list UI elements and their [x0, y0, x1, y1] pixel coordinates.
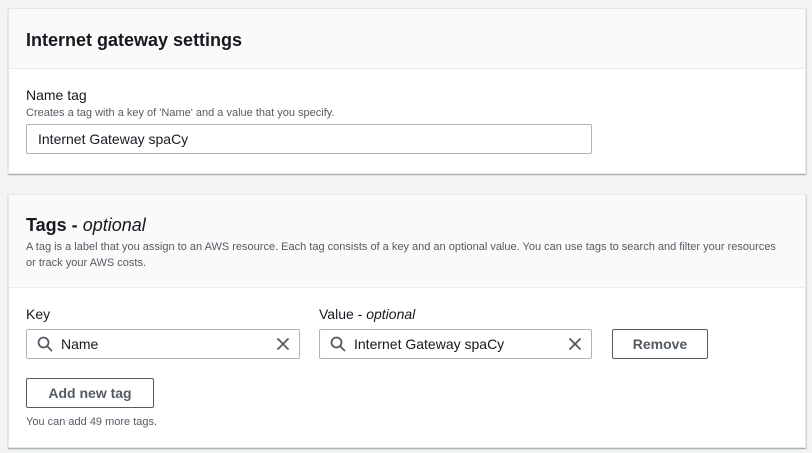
- panel-header: Tags - optional A tag is a label that yo…: [9, 195, 805, 288]
- remove-tag-button[interactable]: Remove: [612, 329, 708, 359]
- panel-header: Internet gateway settings: [9, 9, 805, 69]
- remaining-tags-text: You can add 49 more tags.: [26, 416, 158, 428]
- add-new-tag-button[interactable]: Add new tag: [26, 378, 154, 408]
- internet-gateway-settings-panel: Internet gateway settings Name tag Creat…: [8, 8, 806, 174]
- tag-key-input[interactable]: Name: [26, 329, 300, 359]
- name-tag-input-value: Internet Gateway spaCy: [38, 131, 189, 147]
- value-column-label: Value - optional: [319, 306, 415, 322]
- tags-title: Tags -: [26, 215, 78, 235]
- tags-description: A tag is a label that you assign to an A…: [26, 241, 776, 269]
- tag-key-value: Name: [61, 336, 99, 352]
- search-icon: [330, 336, 346, 352]
- tag-value-value: Internet Gateway spaCy: [354, 336, 505, 352]
- close-icon[interactable]: [275, 336, 291, 352]
- panel-title: Internet gateway settings: [26, 30, 243, 50]
- tag-value-input[interactable]: Internet Gateway spaCy: [319, 329, 592, 359]
- name-tag-label: Name tag: [26, 87, 87, 103]
- name-tag-description: Creates a tag with a key of 'Name' and a…: [26, 107, 335, 119]
- search-icon: [37, 336, 53, 352]
- panel-title: Tags - optional: [26, 215, 146, 236]
- close-icon[interactable]: [567, 336, 583, 352]
- key-column-label: Key: [26, 306, 51, 322]
- value-label-text: Value -: [319, 306, 363, 322]
- tags-panel: Tags - optional A tag is a label that yo…: [8, 194, 806, 448]
- tags-title-optional: optional: [82, 215, 146, 235]
- name-tag-input[interactable]: Internet Gateway spaCy: [26, 124, 592, 154]
- value-label-optional: optional: [366, 306, 416, 322]
